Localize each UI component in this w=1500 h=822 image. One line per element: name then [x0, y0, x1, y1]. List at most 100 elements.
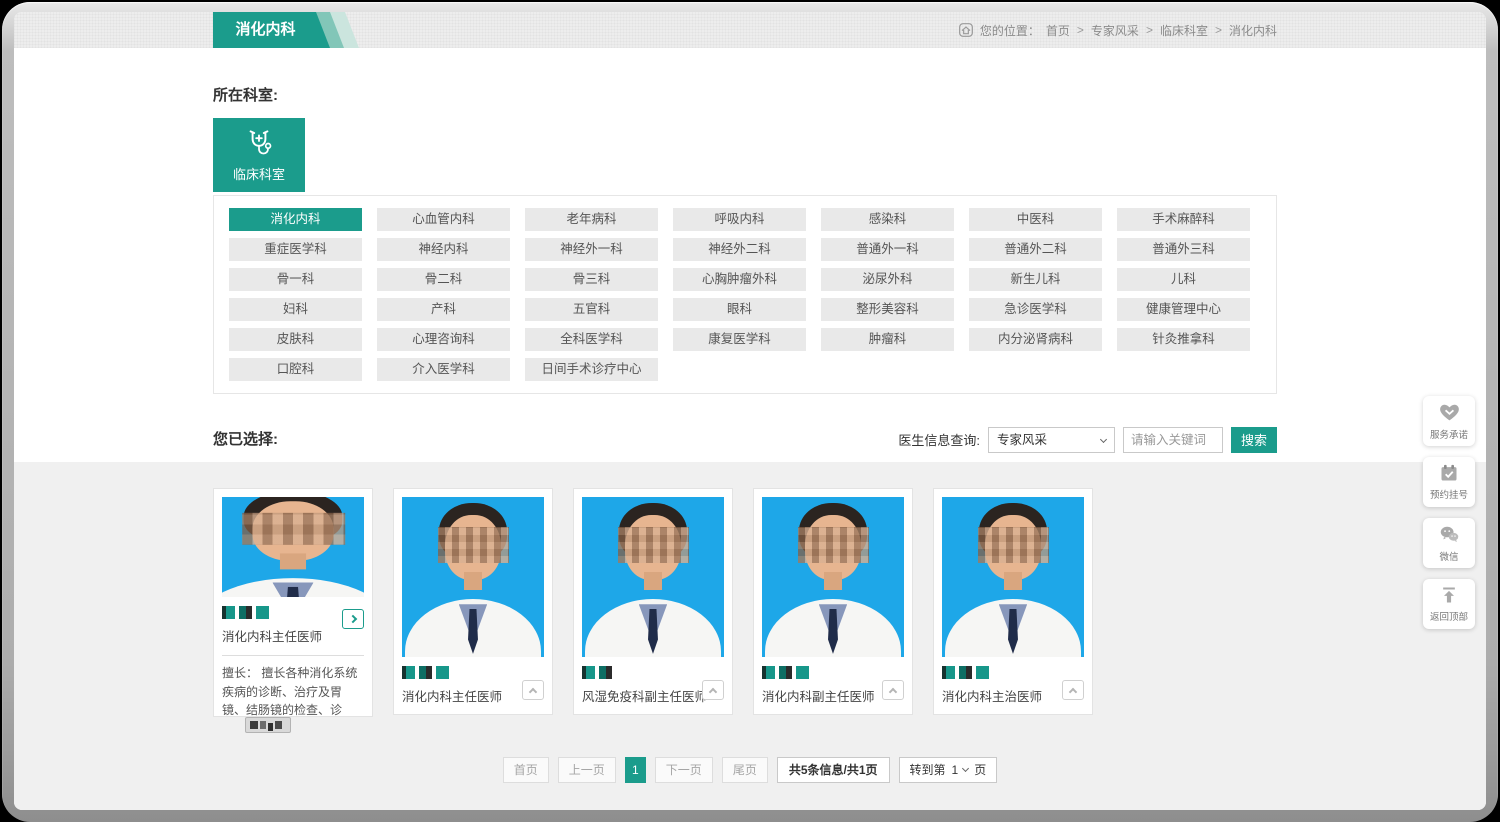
- page-summary: 共5条信息/共1页: [777, 757, 890, 783]
- department-button[interactable]: 儿科: [1117, 268, 1250, 291]
- department-button[interactable]: 康复医学科: [673, 328, 806, 351]
- doctor-card[interactable]: 消化内科副主任医师: [753, 488, 913, 715]
- doctor-photo: [402, 497, 544, 657]
- department-button[interactable]: 泌尿外科: [821, 268, 954, 291]
- keyword-input[interactable]: [1123, 427, 1223, 453]
- service-promise-button[interactable]: 服务承诺: [1423, 396, 1475, 446]
- breadcrumb-link[interactable]: 消化内科: [1229, 22, 1277, 39]
- doctor-card[interactable]: 消化内科主任医师: [393, 488, 553, 715]
- expand-button[interactable]: [702, 680, 724, 700]
- last-page-button[interactable]: 尾页: [722, 757, 768, 783]
- expand-button[interactable]: [522, 680, 544, 700]
- department-button[interactable]: 日间手术诊疗中心: [525, 358, 658, 381]
- redacted-doctor-name: [582, 666, 724, 679]
- current-page[interactable]: 1: [625, 757, 646, 783]
- chevron-up-icon: [529, 687, 537, 695]
- department-button[interactable]: 妇科: [229, 298, 362, 321]
- doctor-card[interactable]: 消化内科主治医师: [933, 488, 1093, 715]
- breadcrumb-link[interactable]: 首页: [1046, 22, 1070, 39]
- wechat-button[interactable]: 微信: [1423, 518, 1475, 568]
- clinical-category-tile[interactable]: 临床科室: [213, 118, 305, 192]
- department-grid: 消化内科心血管内科老年病科呼吸内科感染科中医科手术麻醉科重症医学科神经内科神经外…: [229, 208, 1261, 381]
- redacted-name-tag: [245, 717, 291, 733]
- department-button[interactable]: 全科医学科: [525, 328, 658, 351]
- department-button[interactable]: 神经外二科: [673, 238, 806, 261]
- doctor-specialty: 擅长： 擅长各种消化系统疾病的诊断、治疗及胃镜、结肠镜的检查、诊断、介入治: [222, 664, 364, 717]
- redacted-doctor-name: [942, 666, 1084, 679]
- department-button[interactable]: 普通外三科: [1117, 238, 1250, 261]
- back-to-top-icon: [1439, 585, 1459, 605]
- goto-page-select[interactable]: 1: [952, 758, 969, 782]
- doctor-card[interactable]: 消化内科主任医师 擅长： 擅长各种消化系统疾病的诊断、治疗及胃镜、结肠镜的检查、…: [213, 488, 373, 717]
- department-button[interactable]: 骨三科: [525, 268, 658, 291]
- department-button[interactable]: 消化内科: [229, 208, 362, 231]
- department-button[interactable]: 皮肤科: [229, 328, 362, 351]
- department-button[interactable]: 骨一科: [229, 268, 362, 291]
- search-button[interactable]: 搜索: [1231, 427, 1277, 453]
- department-grid-box: 消化内科心血管内科老年病科呼吸内科感染科中医科手术麻醉科重症医学科神经内科神经外…: [213, 195, 1277, 394]
- next-page-button[interactable]: 下一页: [655, 757, 713, 783]
- breadcrumb-link[interactable]: 专家风采: [1091, 22, 1139, 39]
- department-button[interactable]: 心理咨询科: [377, 328, 510, 351]
- back-to-top-button[interactable]: 返回顶部: [1423, 579, 1475, 629]
- clinical-category-label: 临床科室: [233, 164, 285, 183]
- appointment-button[interactable]: 预约挂号: [1423, 457, 1475, 507]
- redacted-doctor-name: [762, 666, 904, 679]
- detail-arrow-button[interactable]: [342, 609, 364, 629]
- department-button[interactable]: 老年病科: [525, 208, 658, 231]
- department-button[interactable]: 口腔科: [229, 358, 362, 381]
- doctor-portrait: [762, 497, 904, 657]
- doctor-card[interactable]: 风湿免疫科副主任医师: [573, 488, 733, 715]
- department-button[interactable]: 骨二科: [377, 268, 510, 291]
- department-button[interactable]: 新生儿科: [969, 268, 1102, 291]
- doctor-portrait: [582, 497, 724, 657]
- department-button[interactable]: 肿瘤科: [821, 328, 954, 351]
- breadcrumb-links: 首页>专家风采>临床科室>消化内科: [1046, 22, 1277, 39]
- prev-page-button[interactable]: 上一页: [558, 757, 616, 783]
- home-icon: [958, 22, 974, 38]
- department-button[interactable]: 针灸推拿科: [1117, 328, 1250, 351]
- doctor-photo: [582, 497, 724, 657]
- department-button[interactable]: 神经内科: [377, 238, 510, 261]
- goto-suffix: 页: [974, 758, 986, 782]
- redacted-doctor-name: [402, 666, 544, 679]
- department-button[interactable]: 心胸肿瘤外科: [673, 268, 806, 291]
- chevron-down-icon: [962, 765, 969, 772]
- expand-button[interactable]: [882, 680, 904, 700]
- department-button[interactable]: 整形美容科: [821, 298, 954, 321]
- face-pixelation: [618, 527, 689, 562]
- department-button[interactable]: 普通外二科: [969, 238, 1102, 261]
- department-button[interactable]: 急诊医学科: [969, 298, 1102, 321]
- department-button[interactable]: 心血管内科: [377, 208, 510, 231]
- search-category-select[interactable]: 专家风采: [988, 427, 1115, 453]
- breadcrumb-separator: >: [1215, 23, 1222, 37]
- department-button[interactable]: 手术麻醉科: [1117, 208, 1250, 231]
- breadcrumb-link[interactable]: 临床科室: [1160, 22, 1208, 39]
- page-title: 消化内科: [213, 12, 330, 48]
- department-button[interactable]: 重症医学科: [229, 238, 362, 261]
- doctor-photo: [222, 497, 364, 597]
- header-bar: 消化内科 您的位置： 首页>专家风采>临床科室>消化内科: [14, 12, 1486, 48]
- first-page-button[interactable]: 首页: [503, 757, 549, 783]
- department-section-label: 所在科室:: [213, 84, 278, 105]
- department-button[interactable]: 感染科: [821, 208, 954, 231]
- chevron-up-icon: [889, 687, 897, 695]
- expand-button[interactable]: [1062, 680, 1084, 700]
- department-button[interactable]: 中医科: [969, 208, 1102, 231]
- selection-section-label: 您已选择:: [213, 428, 278, 449]
- face-pixelation: [242, 513, 345, 545]
- department-button[interactable]: 健康管理中心: [1117, 298, 1250, 321]
- department-button[interactable]: 神经外一科: [525, 238, 658, 261]
- department-button[interactable]: 呼吸内科: [673, 208, 806, 231]
- chevron-up-icon: [1069, 687, 1077, 695]
- department-button[interactable]: 眼科: [673, 298, 806, 321]
- breadcrumb-separator: >: [1146, 23, 1153, 37]
- breadcrumb: 您的位置： 首页>专家风采>临床科室>消化内科: [958, 12, 1277, 48]
- department-button[interactable]: 产科: [377, 298, 510, 321]
- department-button[interactable]: 介入医学科: [377, 358, 510, 381]
- department-button[interactable]: 内分泌肾病科: [969, 328, 1102, 351]
- page: 消化内科 您的位置： 首页>专家风采>临床科室>消化内科 所在科室:: [14, 12, 1486, 810]
- search-category-value: 专家风采: [997, 433, 1047, 447]
- department-button[interactable]: 五官科: [525, 298, 658, 321]
- department-button[interactable]: 普通外一科: [821, 238, 954, 261]
